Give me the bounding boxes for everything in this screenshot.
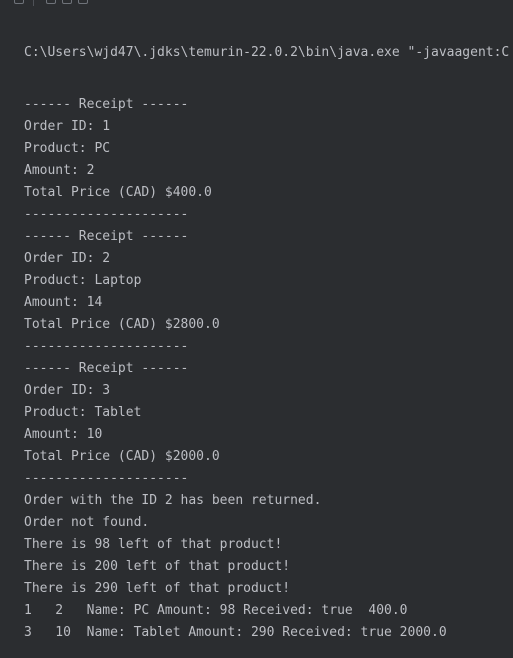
console-output-line: --------------------- xyxy=(24,339,189,354)
console-output-line: Product: Tablet xyxy=(24,405,142,420)
console-output-line: ------ Receipt ------ xyxy=(24,97,189,112)
console-output-line: There is 200 left of that product! xyxy=(24,559,291,574)
console-output-line: There is 290 left of that product! xyxy=(24,581,291,596)
console-output-line: 1 2 Name: PC Amount: 98 Received: true 4… xyxy=(24,603,408,618)
console-output-line: Total Price (CAD) $2800.0 xyxy=(24,317,220,332)
toolbar-separator xyxy=(33,0,34,6)
console-toolbar xyxy=(0,0,140,8)
console-output-line: --------------------- xyxy=(24,471,189,486)
wrap-icon[interactable] xyxy=(46,0,56,4)
console-output-line: Order with the ID 2 has been returned. xyxy=(24,493,322,508)
layout-icon[interactable] xyxy=(14,0,24,4)
trash-icon[interactable] xyxy=(78,0,88,4)
console-command-line: C:\Users\wjd47\.jdks\temurin-22.0.2\bin\… xyxy=(24,45,510,60)
console-output-line: Order ID: 1 xyxy=(24,119,111,134)
console-output-line: --------------------- xyxy=(24,207,189,222)
console-output-line: Amount: 10 xyxy=(24,427,103,442)
console-output-line: Product: PC xyxy=(24,141,111,156)
run-console-window: C:\Users\wjd47\.jdks\temurin-22.0.2\bin\… xyxy=(0,0,513,658)
console-output-line: Total Price (CAD) $2000.0 xyxy=(24,449,220,464)
console-output-line: There is 98 left of that product! xyxy=(24,537,283,552)
console-output-line: Total Price (CAD) $400.0 xyxy=(24,185,212,200)
console-output-line: 3 10 Name: Tablet Amount: 290 Received: … xyxy=(24,625,447,640)
console-output-line: ------ Receipt ------ xyxy=(24,229,189,244)
console-output[interactable]: C:\Users\wjd47\.jdks\temurin-22.0.2\bin\… xyxy=(24,12,513,658)
console-output-line: Order ID: 2 xyxy=(24,251,111,266)
console-output-line xyxy=(24,644,513,658)
print-icon[interactable] xyxy=(62,0,72,4)
console-output-line: Amount: 14 xyxy=(24,295,103,310)
console-output-line: Amount: 2 xyxy=(24,163,95,178)
console-output-line: Order ID: 3 xyxy=(24,383,111,398)
console-output-line: Product: Laptop xyxy=(24,273,142,288)
console-output-line: ------ Receipt ------ xyxy=(24,361,189,376)
console-output-line: Order not found. xyxy=(24,515,150,530)
